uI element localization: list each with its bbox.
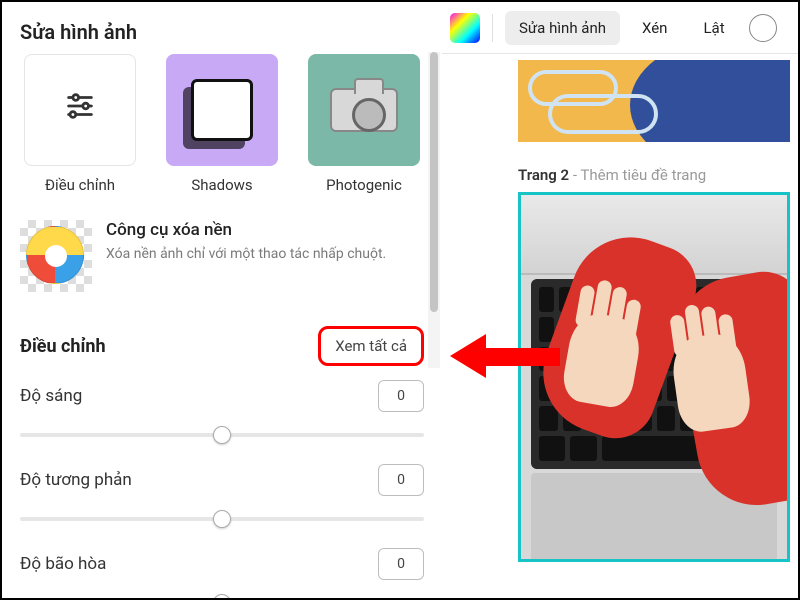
toolbar-divider — [492, 14, 493, 42]
saturation-label: Độ bão hòa — [20, 554, 106, 574]
adjust-thumb — [24, 54, 136, 166]
page-caption-sep: - — [569, 166, 580, 184]
background-remover-card[interactable]: Công cụ xóa nền Xóa nền ảnh chỉ với một … — [2, 194, 442, 292]
slider-thumb[interactable] — [213, 594, 231, 600]
shadows-thumb — [166, 54, 278, 166]
effects-row: Điều chỉnh Shadows Photogenic — [2, 44, 442, 194]
selected-image[interactable] — [518, 192, 790, 562]
effect-label: Photogenic — [326, 176, 402, 194]
saturation-value-input[interactable]: 0 — [378, 548, 424, 580]
top-toolbar: Sửa hình ảnh Xén Lật — [442, 2, 800, 54]
adjust-section-header: Điều chỉnh Xem tất cả — [2, 292, 442, 366]
adjust-brightness: Độ sáng 0 — [2, 366, 442, 450]
brightness-slider[interactable] — [20, 420, 424, 450]
bg-remover-text: Công cụ xóa nền Xóa nền ảnh chỉ với một … — [106, 220, 386, 264]
panel-title: Sửa hình ảnh — [2, 2, 442, 44]
saturation-slider[interactable] — [20, 588, 424, 600]
color-picker-button[interactable] — [450, 13, 480, 43]
effect-adjust[interactable]: Điều chỉnh — [16, 54, 144, 194]
crop-button[interactable]: Xén — [628, 11, 681, 45]
app-frame: Sửa hình ảnh Điều chỉnh — [0, 0, 800, 600]
contrast-label: Độ tương phản — [20, 470, 132, 490]
adjust-contrast: Độ tương phản 0 — [2, 450, 442, 534]
page1-preview[interactable] — [518, 60, 790, 142]
photogenic-thumb — [308, 54, 420, 166]
decoration-lines — [528, 70, 668, 140]
adjust-section-title: Điều chỉnh — [20, 336, 106, 357]
more-options-icon[interactable] — [749, 14, 777, 42]
bg-remover-title: Công cụ xóa nền — [106, 220, 386, 240]
adjust-saturation: Độ bão hòa 0 — [2, 534, 442, 600]
effect-label: Shadows — [191, 176, 252, 194]
see-all-button[interactable]: Xem tất cả — [318, 326, 424, 366]
bg-remover-desc: Xóa nền ảnh chỉ với một thao tác nhấp ch… — [106, 244, 386, 264]
contrast-value-input[interactable]: 0 — [378, 464, 424, 496]
canvas-stage[interactable]: Trang 2 - Thêm tiêu đề trang — [442, 54, 800, 598]
edit-image-panel: Sửa hình ảnh Điều chỉnh — [2, 2, 442, 598]
beach-ball-icon — [26, 226, 84, 284]
camera-icon — [330, 88, 398, 132]
effect-label: Điều chỉnh — [45, 176, 115, 194]
edit-image-button[interactable]: Sửa hình ảnh — [505, 11, 620, 45]
sliders-icon — [63, 89, 97, 131]
slider-thumb[interactable] — [213, 510, 231, 528]
panel-scrollbar[interactable] — [428, 52, 440, 368]
brightness-value-input[interactable]: 0 — [378, 380, 424, 412]
effect-shadows[interactable]: Shadows — [158, 54, 286, 194]
effect-photogenic[interactable]: Photogenic — [300, 54, 428, 194]
scrollbar-thumb[interactable] — [430, 52, 438, 312]
contrast-slider[interactable] — [20, 504, 424, 534]
bg-remover-thumb — [20, 220, 92, 292]
flip-button[interactable]: Lật — [689, 11, 738, 45]
page-caption[interactable]: Trang 2 - Thêm tiêu đề trang — [518, 166, 800, 184]
canvas-panel: Sửa hình ảnh Xén Lật Trang 2 - Thêm tiêu… — [442, 2, 800, 598]
brightness-label: Độ sáng — [20, 386, 82, 406]
page-title-placeholder[interactable]: Thêm tiêu đề trang — [580, 166, 706, 184]
page-number: Trang 2 — [518, 166, 569, 184]
shadow-box-icon — [191, 79, 253, 141]
slider-thumb[interactable] — [213, 426, 231, 444]
